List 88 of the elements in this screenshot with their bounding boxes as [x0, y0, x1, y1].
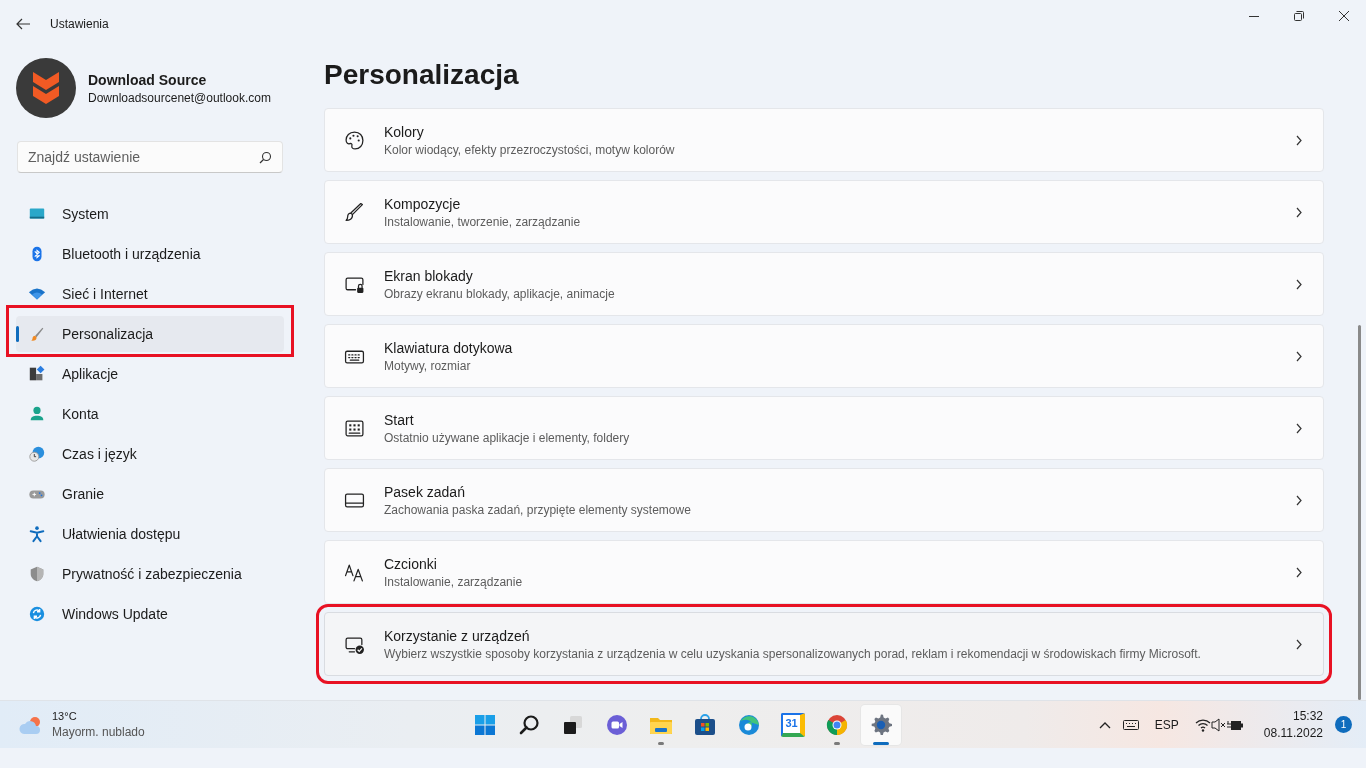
- sidebar-item[interactable]: Ułatwienia dostępu: [16, 516, 284, 552]
- calendar-icon: 31: [781, 712, 805, 737]
- window-title: Ustawienia: [50, 17, 109, 31]
- close-icon: [1338, 11, 1349, 21]
- chevron-right-icon: [1296, 638, 1303, 650]
- chevron-right-icon: [1296, 278, 1303, 290]
- card-title: Kolory: [384, 123, 425, 140]
- chevron-right-icon: [1296, 350, 1303, 362]
- card-title: Kompozycje: [384, 195, 462, 212]
- settings-card[interactable]: Ekran blokady Obrazy ekranu blokady, aplikacje, animacje: [324, 252, 1324, 316]
- globe-clock-icon: [28, 445, 46, 463]
- browser-circle-icon: [825, 712, 849, 737]
- accessibility-icon: [28, 525, 46, 543]
- temperature: 13°C: [52, 710, 78, 722]
- restore-icon: [1293, 11, 1304, 21]
- weather-widget[interactable]: 13°C Mayorm. nublado: [0, 710, 465, 739]
- running-indicator: [658, 741, 664, 745]
- apps-icon: [28, 365, 46, 383]
- taskbar-app[interactable]: 31: [773, 704, 813, 745]
- palette-icon: [344, 129, 365, 151]
- sidebar-item[interactable]: Bluetooth i urządzenia: [16, 236, 284, 272]
- card-description: Zachowania paska zadań, przypięte elementy systemowe: [384, 502, 692, 517]
- account-email: Downloadsourcenet@outlook.com: [88, 90, 271, 105]
- clock[interactable]: 15:32 08.11.2022: [1249, 709, 1331, 740]
- back-arrow-icon: [15, 17, 31, 31]
- chevron-right-icon: [1296, 422, 1303, 434]
- keyboard-icon: [1122, 719, 1139, 730]
- settings-card[interactable]: Pasek zadań Zachowania paska zadań, przypięte elementy systemowe: [324, 468, 1324, 532]
- clock-time: 15:32: [1292, 709, 1323, 723]
- wifi-icon: [1194, 717, 1211, 732]
- card-description: Instalowanie, zarządzanie: [384, 574, 524, 589]
- chevron-logo-icon: [31, 70, 61, 106]
- sidebar-item[interactable]: Windows Update: [16, 596, 284, 632]
- search-field[interactable]: Znajdź ustawienie: [17, 141, 283, 173]
- clock-date: 08.11.2022: [1263, 726, 1323, 740]
- card-description: Obrazy ekranu blokady, aplikacje, animacje: [384, 286, 616, 301]
- sidebar-item[interactable]: Prywatność i zabezpieczenia: [16, 556, 284, 592]
- sidebar-item[interactable]: Granie: [16, 476, 284, 512]
- chevron-right-icon: [1296, 134, 1303, 146]
- card-title: Klawiatura dotykowa: [384, 339, 514, 356]
- card-title: Start: [384, 411, 415, 428]
- sidebar-item[interactable]: Sieć i Internet: [16, 276, 284, 312]
- browser-wave-icon: [737, 712, 761, 737]
- card-description: Motywy, rozmiar: [384, 358, 472, 373]
- card-title: Czcionki: [384, 555, 438, 572]
- gear-icon: [869, 712, 893, 737]
- card-title: Pasek zadań: [384, 483, 466, 500]
- person-icon: [28, 405, 46, 423]
- running-indicator: [834, 741, 840, 745]
- account-name: Download Source: [88, 71, 208, 88]
- sidebar-item[interactable]: Czas i język: [16, 436, 284, 472]
- settings-card[interactable]: Czcionki Instalowanie, zarządzanie: [324, 540, 1324, 604]
- selection-indicator: [16, 326, 19, 342]
- chevron-right-icon: [1296, 494, 1303, 506]
- settings-card[interactable]: Klawiatura dotykowa Motywy, rozmiar: [324, 324, 1324, 388]
- start-icon: [473, 712, 497, 737]
- chat-icon: [605, 712, 629, 737]
- active-indicator: [873, 741, 889, 745]
- settings-card[interactable]: Start Ostatnio używane aplikacje i elementy, foldery: [324, 396, 1324, 460]
- chevron-right-icon: [1296, 566, 1303, 578]
- speaker-muted-icon: [1210, 716, 1226, 733]
- card-description: Kolor wiodący, efekty przezroczystości, motyw kolorów: [384, 142, 676, 157]
- chevron-right-icon: [1296, 206, 1303, 218]
- sidebar-item[interactable]: System: [16, 196, 284, 232]
- shield-icon: [28, 565, 46, 583]
- paintbrush-icon: [344, 201, 365, 223]
- settings-card[interactable]: Kolory Kolor wiodący, efekty przezroczystości, motyw kolorów: [324, 108, 1324, 172]
- card-title: Korzystanie z urządzeń: [384, 627, 531, 644]
- store-bag-icon: [693, 712, 717, 737]
- page-title: Personalizacja: [324, 58, 520, 92]
- notification-badge[interactable]: 1: [1335, 716, 1352, 733]
- settings-card[interactable]: Kompozycje Instalowanie, tworzenie, zarządzanie: [324, 180, 1324, 244]
- minimize-icon: [1248, 15, 1259, 17]
- card-description: Instalowanie, tworzenie, zarządzanie: [384, 214, 582, 229]
- card-title: Ekran blokady: [384, 267, 474, 284]
- language-button[interactable]: ESP: [1144, 704, 1189, 745]
- card-description: Wybierz wszystkie sposoby korzystania z urządzenia w celu uzyskania spersonalizowanych porad, reklam i rekomendacji w środowiskach firmy Microsoft.: [384, 646, 1202, 661]
- taskbar-app[interactable]: [861, 704, 901, 745]
- scrollbar-thumb[interactable]: [1358, 325, 1361, 700]
- weather-condition: Mayorm. nublado: [52, 725, 145, 739]
- sidebar-item[interactable]: Aplikacje: [16, 356, 284, 392]
- sidebar-item[interactable]: Personalizacja: [16, 316, 284, 352]
- sidebar-item[interactable]: Konta: [16, 396, 284, 432]
- refresh-circle-icon: [28, 605, 46, 623]
- search-icon: [517, 712, 541, 737]
- search-icon: [259, 151, 272, 164]
- chevron-up-icon: [1098, 720, 1111, 729]
- card-description: Ostatnio używane aplikacje i elementy, foldery: [384, 430, 631, 445]
